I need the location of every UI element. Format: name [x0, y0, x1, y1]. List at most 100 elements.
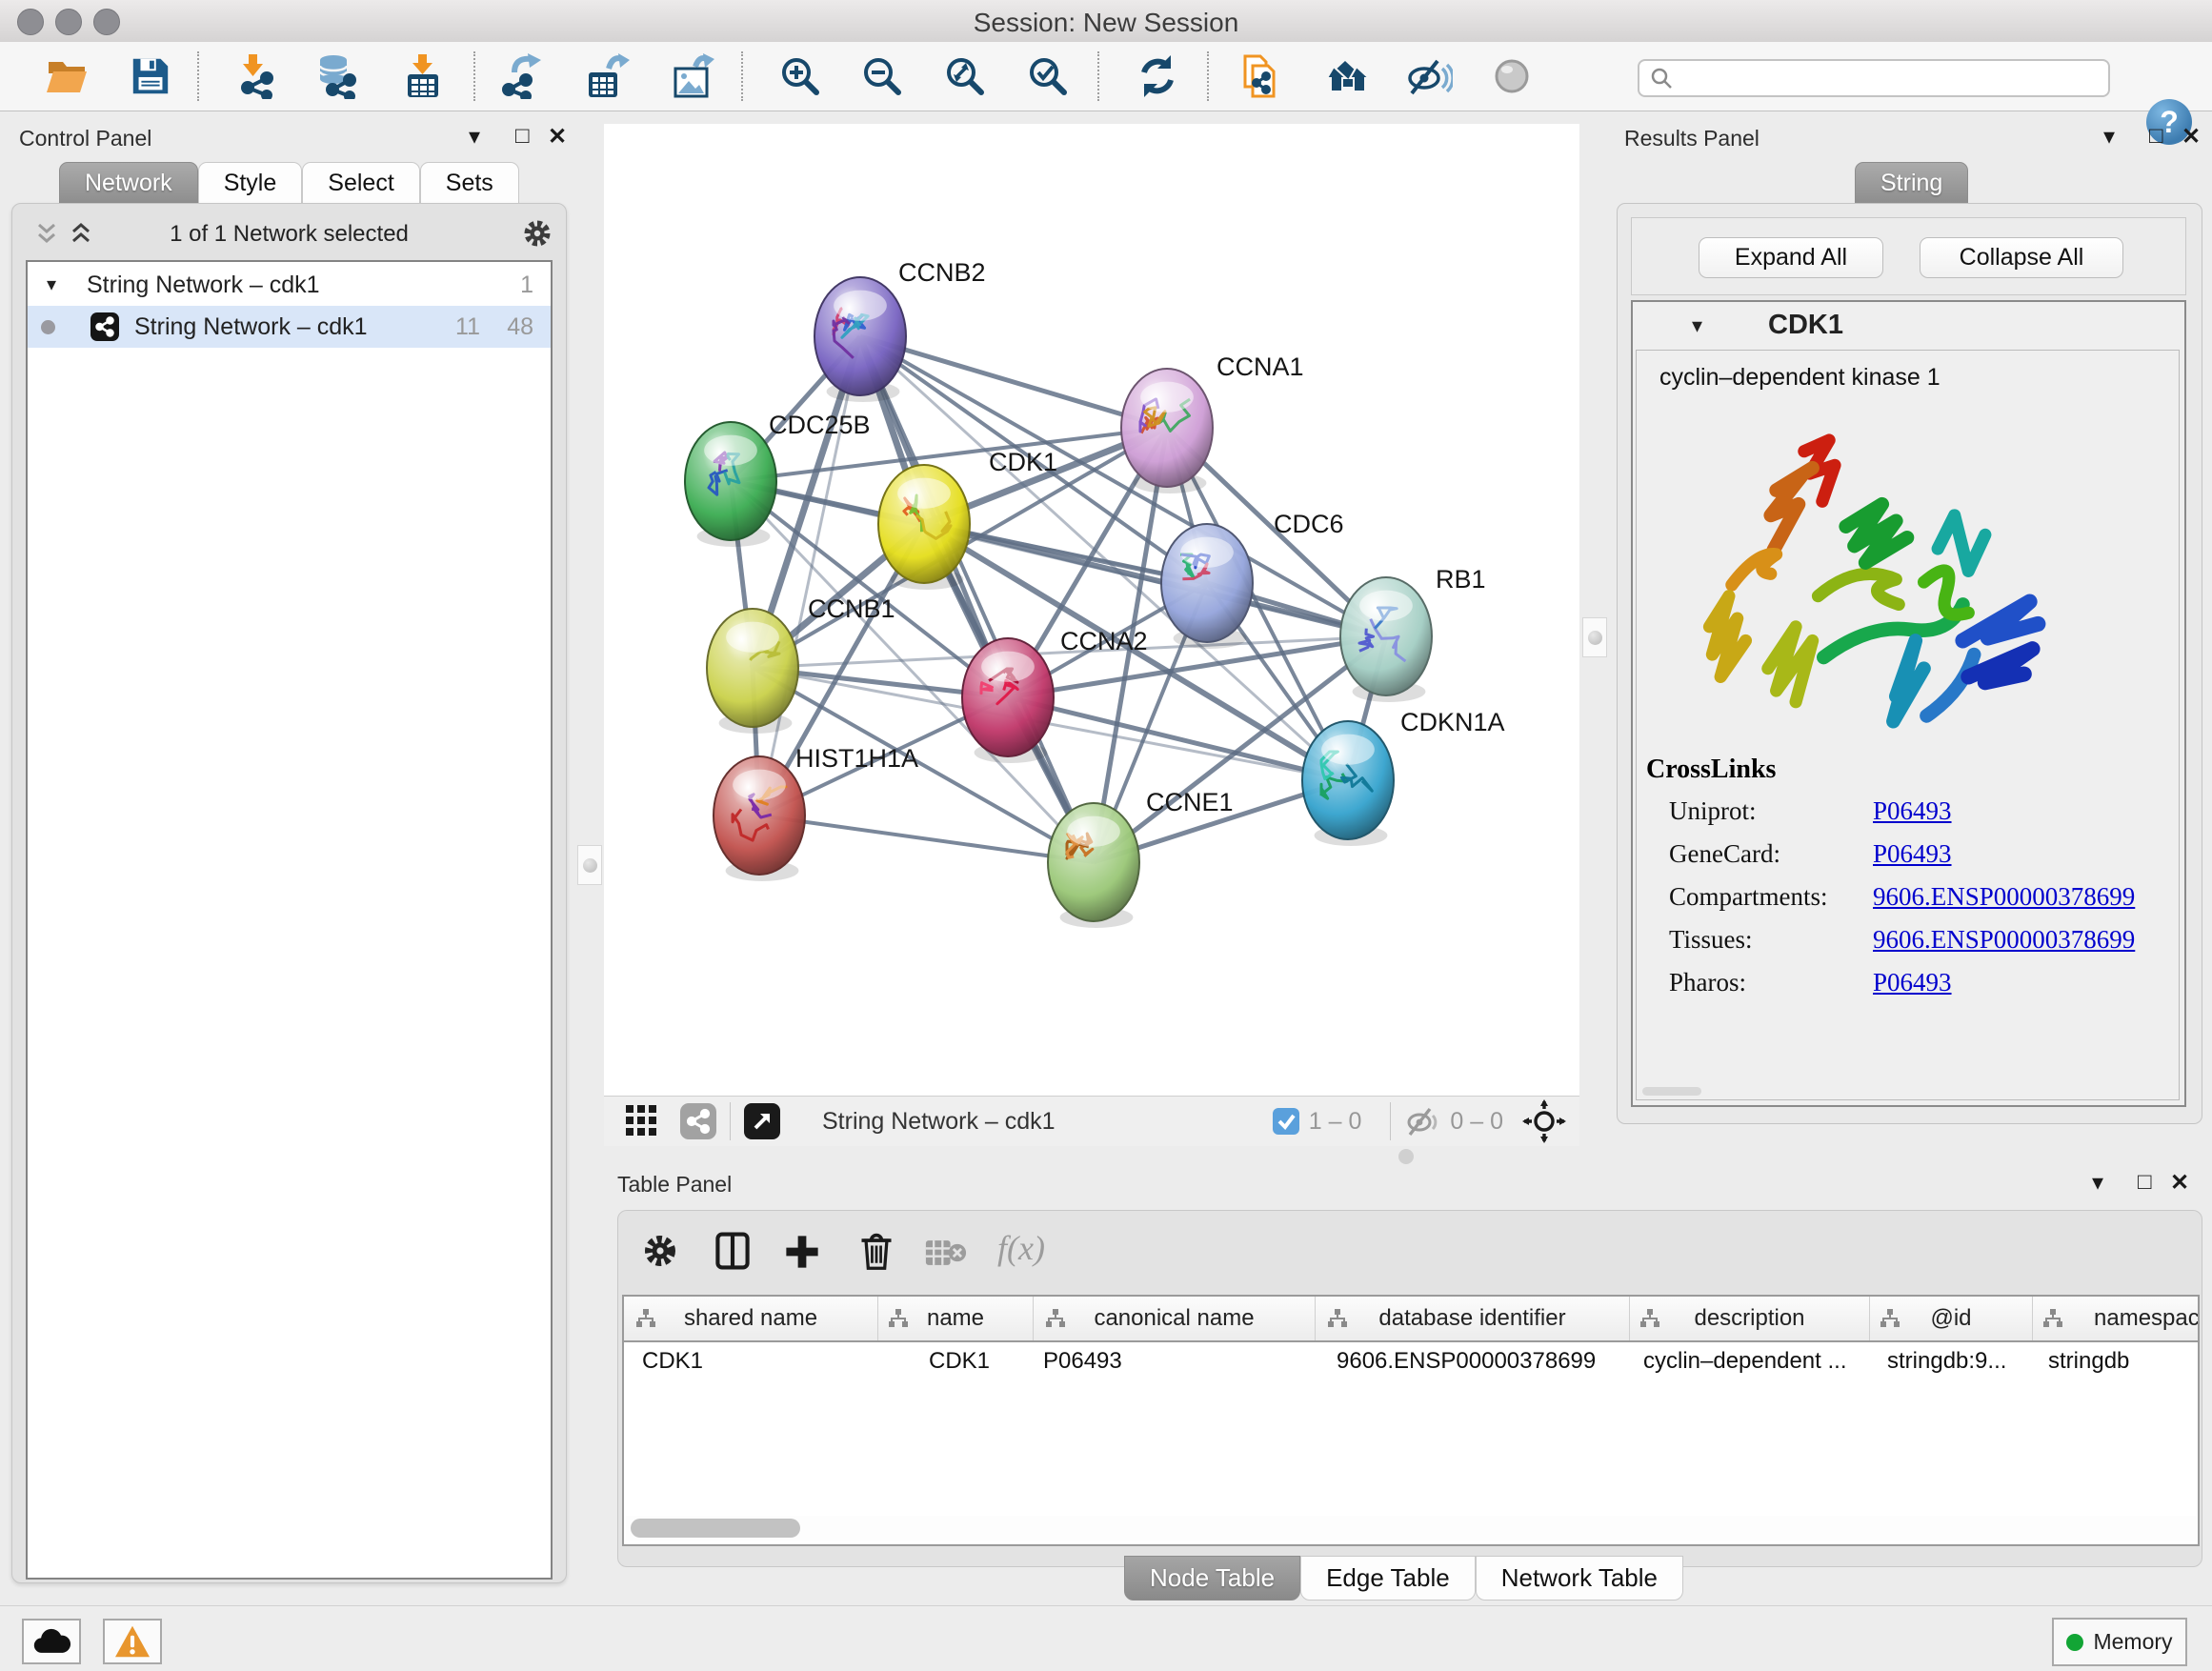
show-columns-icon[interactable]	[712, 1230, 754, 1272]
tab-network-table[interactable]: Network Table	[1476, 1556, 1683, 1601]
table-header-divider	[624, 1340, 2198, 1342]
grid-view-icon[interactable]	[625, 1104, 659, 1138]
table-cell[interactable]: stringdb	[2048, 1348, 2129, 1375]
horizontal-splitter-handle[interactable]	[1398, 1149, 1414, 1164]
clone-network-button[interactable]	[1234, 50, 1287, 103]
column-header-canonical-name[interactable]: canonical name	[1034, 1297, 1316, 1340]
crosslink-pharos-link[interactable]: P06493	[1873, 968, 1952, 997]
cloud-services-button[interactable]	[22, 1619, 81, 1664]
network-view-share-icon[interactable]	[680, 1103, 716, 1139]
expand-all-button[interactable]: Expand All	[1699, 237, 1883, 278]
zoom-selected-button[interactable]	[1021, 50, 1075, 103]
tab-node-table[interactable]: Node Table	[1124, 1556, 1300, 1601]
network-options-gear-icon[interactable]	[521, 217, 553, 250]
table-panel-close-button[interactable]: ✕	[2170, 1169, 2189, 1197]
network-collection-row[interactable]: ▾ String Network – cdk1 1	[28, 264, 551, 306]
table-cell[interactable]: CDK1	[929, 1348, 990, 1375]
column-header-id[interactable]: @id	[1870, 1297, 2033, 1340]
network-panel-body: 1 of 1 Network selected ▾ String Network…	[11, 203, 567, 1583]
network-node-hist1h1a[interactable]: HIST1H1A	[714, 744, 918, 881]
add-column-icon[interactable]	[782, 1232, 822, 1272]
tab-network[interactable]: Network	[59, 162, 198, 205]
search-field[interactable]	[1638, 59, 2110, 97]
export-image-button[interactable]	[665, 50, 718, 103]
crosshair-icon[interactable]	[1522, 1099, 1566, 1143]
left-splitter-handle[interactable]	[577, 845, 602, 885]
card-scrollbar-thumb[interactable]	[1642, 1087, 1701, 1096]
zoom-in-button[interactable]	[774, 50, 827, 103]
export-network-button[interactable]	[495, 50, 549, 103]
network-node-cdc25b[interactable]: CDC25B	[685, 411, 871, 547]
control-panel-menu-caret[interactable]: ▾	[469, 123, 480, 151]
network-graph[interactable]: CCNB2CCNA1CDC25BCDK1CDC6RB1CCNB1CCNA2CDK…	[604, 124, 1579, 1096]
table-cell[interactable]: stringdb:9...	[1887, 1348, 2006, 1375]
table-panel-float-button[interactable]: □	[2138, 1169, 2152, 1196]
show-all-networks-button[interactable]	[1318, 50, 1372, 103]
save-session-button[interactable]	[124, 50, 177, 103]
gene-card-title[interactable]: CDK1	[1768, 310, 1843, 341]
results-panel-float-button[interactable]: □	[2149, 123, 2163, 150]
crosslink-compartments-link[interactable]: 9606.ENSP00000378699	[1873, 882, 2135, 912]
network-node-rb1[interactable]: RB1	[1340, 565, 1486, 702]
collapse-all-button[interactable]: Collapse All	[1920, 237, 2123, 278]
results-panel-menu-caret[interactable]: ▾	[2103, 123, 2115, 151]
tab-edge-table[interactable]: Edge Table	[1300, 1556, 1476, 1601]
tab-style[interactable]: Style	[198, 162, 303, 205]
collection-caret-icon[interactable]: ▾	[47, 264, 56, 306]
control-panel-close-button[interactable]: ✕	[548, 123, 567, 151]
network-node-ccnb2[interactable]: CCNB2	[814, 258, 986, 402]
memory-button[interactable]: Memory	[2052, 1618, 2187, 1666]
open-session-button[interactable]	[40, 50, 93, 103]
apply-layout-button[interactable]	[1131, 50, 1184, 103]
gene-card-caret-icon[interactable]: ▾	[1692, 313, 1702, 338]
crosslink-genecard-link[interactable]: P06493	[1873, 839, 1952, 869]
table-horizontal-scrollbar[interactable]	[626, 1516, 2196, 1540]
network-share-icon	[90, 312, 119, 341]
toolbar-separator	[741, 51, 743, 101]
selected-checkbox-icon[interactable]	[1273, 1108, 1299, 1135]
column-header-shared-name[interactable]: shared name	[624, 1297, 878, 1340]
results-panel-close-button[interactable]: ✕	[2182, 123, 2201, 151]
import-network-file-button[interactable]	[231, 50, 285, 103]
crosslink-tissues-link[interactable]: 9606.ENSP00000378699	[1873, 925, 2135, 955]
control-panel-float-button[interactable]: □	[515, 123, 530, 150]
window-titlebar: Session: New Session	[0, 0, 2212, 43]
column-header-namespace[interactable]: namespace	[2033, 1297, 2200, 1340]
tab-sets[interactable]: Sets	[420, 162, 519, 205]
scrollbar-thumb[interactable]	[631, 1519, 800, 1538]
network-row-selected[interactable]: String Network – cdk1 11 48	[28, 306, 551, 348]
crosslink-label: Tissues:	[1669, 925, 1753, 955]
import-table-file-button[interactable]	[396, 50, 450, 103]
tab-string[interactable]: String	[1855, 162, 1968, 205]
crosslink-uniprot-link[interactable]: P06493	[1873, 796, 1952, 826]
table-cell[interactable]: 9606.ENSP00000378699	[1337, 1348, 1596, 1375]
table-cell[interactable]: cyclin–dependent ...	[1643, 1348, 1846, 1375]
network-node-cdk1[interactable]: CDK1	[878, 448, 1057, 590]
column-header-database-identifier[interactable]: database identifier	[1316, 1297, 1630, 1340]
table-cell[interactable]: P06493	[1043, 1348, 1122, 1375]
zoom-out-button[interactable]	[855, 50, 909, 103]
column-header-description[interactable]: description	[1630, 1297, 1870, 1340]
inactive-sphere-button[interactable]	[1485, 50, 1538, 103]
import-network-database-button[interactable]	[312, 50, 365, 103]
network-view-canvas[interactable]: CCNB2CCNA1CDC25BCDK1CDC6RB1CCNB1CCNA2CDK…	[604, 124, 1579, 1096]
network-node-ccne1[interactable]: CCNE1	[1048, 788, 1234, 928]
warnings-button[interactable]	[103, 1619, 162, 1664]
network-node-cdc6[interactable]: CDC6	[1161, 510, 1344, 649]
table-cell[interactable]: CDK1	[642, 1348, 703, 1375]
search-input[interactable]	[1681, 64, 2108, 92]
control-panel-title: Control Panel	[19, 126, 151, 151]
hidden-counter: 0 – 0	[1450, 1108, 1503, 1136]
tab-select[interactable]: Select	[302, 162, 419, 205]
hide-toolbar-labels-button[interactable]	[1402, 50, 1456, 103]
network-node-cdkn1a[interactable]: CDKN1A	[1302, 708, 1505, 846]
delete-column-trash-icon[interactable]	[856, 1230, 896, 1272]
birds-eye-view-icon[interactable]	[744, 1103, 780, 1139]
right-splitter-handle[interactable]	[1582, 617, 1607, 657]
column-header-name[interactable]: name	[878, 1297, 1034, 1340]
export-table-button[interactable]	[580, 50, 633, 103]
node-table[interactable]: shared name name canonical name	[622, 1295, 2200, 1546]
zoom-fit-button[interactable]	[938, 50, 992, 103]
table-options-gear-icon[interactable]	[641, 1232, 679, 1270]
table-panel-menu-caret[interactable]: ▾	[2092, 1169, 2103, 1197]
